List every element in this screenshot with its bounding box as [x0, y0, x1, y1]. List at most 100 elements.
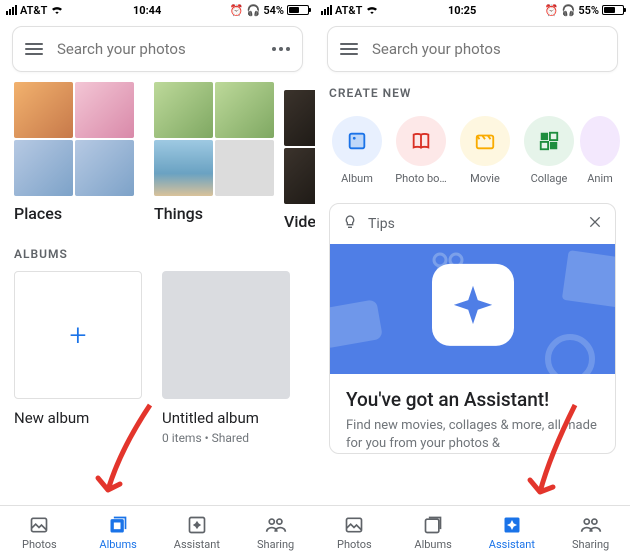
thumb	[215, 82, 274, 138]
plus-icon: +	[70, 318, 87, 353]
create-movie[interactable]: Movie	[457, 116, 513, 185]
nav-label: Sharing	[572, 538, 609, 551]
nav-photos[interactable]: Photos	[0, 506, 79, 559]
create-label: Album	[329, 172, 385, 185]
status-bar: AT&T 10:25 ⏰ 🎧 55%	[315, 0, 630, 20]
albums-screen: AT&T 10:44 ⏰ 🎧 54% Search your photos	[0, 0, 315, 559]
create-new-header: CREATE NEW	[315, 82, 630, 110]
albums-row: + New album Untitled album 0 items • Sha…	[0, 271, 315, 445]
nav-label: Photos	[22, 538, 57, 551]
assistant-icon	[501, 514, 523, 536]
search-placeholder: Search your photos	[372, 40, 605, 58]
battery-icon	[287, 5, 309, 15]
battery-pct: 54%	[263, 4, 284, 17]
thumb	[215, 140, 274, 196]
nav-assistant[interactable]: Assistant	[158, 506, 237, 559]
category-things[interactable]: Things	[154, 82, 274, 223]
nav-albums[interactable]: Albums	[79, 506, 158, 559]
tips-card: Tips You've got an Assistant! Find new m…	[329, 203, 616, 454]
category-label: Videos	[284, 212, 315, 231]
album-title: Untitled album	[162, 409, 290, 427]
album-card[interactable]: Untitled album 0 items • Shared	[162, 271, 290, 445]
category-label: Things	[154, 204, 274, 223]
create-label: Anim	[585, 172, 615, 185]
albums-icon	[422, 514, 444, 536]
category-row: Places Things	[0, 82, 315, 223]
albums-header: ALBUMS	[0, 223, 315, 271]
albums-icon	[107, 514, 129, 536]
bottom-nav: Photos Albums Assistant Sharing	[315, 505, 630, 559]
headphones-icon: 🎧	[562, 4, 576, 17]
create-animation[interactable]: Anim	[585, 116, 615, 185]
clock: 10:44	[64, 4, 230, 17]
photos-icon	[28, 514, 50, 536]
menu-icon[interactable]	[340, 43, 358, 55]
nav-label: Albums	[99, 538, 136, 551]
thumb	[284, 148, 315, 204]
thumb	[154, 140, 213, 196]
collage-icon	[524, 116, 574, 166]
more-icon[interactable]	[272, 47, 290, 51]
album-icon	[332, 116, 382, 166]
category-label: Places	[14, 204, 134, 223]
create-album[interactable]: Album	[329, 116, 385, 185]
thumb	[14, 140, 73, 196]
assistant-screen: AT&T 10:25 ⏰ 🎧 55% Search your photos CR…	[315, 0, 630, 559]
sparkle-icon	[432, 264, 514, 346]
create-label: Collage	[521, 172, 577, 185]
search-bar[interactable]: Search your photos	[12, 26, 303, 72]
search-placeholder: Search your photos	[57, 40, 258, 58]
sharing-icon	[265, 514, 287, 536]
nav-sharing[interactable]: Sharing	[551, 506, 630, 559]
nav-photos[interactable]: Photos	[315, 506, 394, 559]
album-title: New album	[14, 409, 142, 427]
thumb	[75, 140, 134, 196]
create-label: Movie	[457, 172, 513, 185]
nav-label: Sharing	[257, 538, 294, 551]
menu-icon[interactable]	[25, 43, 43, 55]
close-icon[interactable]	[587, 214, 603, 234]
nav-sharing[interactable]: Sharing	[236, 506, 315, 559]
anim-icon	[580, 116, 620, 166]
tips-body: Find new movies, collages & more, all ma…	[346, 417, 599, 453]
create-label: Photo bo…	[393, 172, 449, 185]
create-row: Album Photo bo… Movie Collage Anim	[315, 110, 630, 185]
tips-label: Tips	[368, 216, 577, 232]
nav-assistant[interactable]: Assistant	[473, 506, 552, 559]
album-subtitle: 0 items • Shared	[162, 431, 290, 445]
wifi-icon	[365, 4, 379, 17]
nav-label: Assistant	[174, 538, 220, 551]
movie-icon	[460, 116, 510, 166]
alarm-icon: ⏰	[230, 4, 244, 17]
signal-icon	[321, 5, 332, 15]
clock: 10:25	[379, 4, 545, 17]
assistant-icon	[186, 514, 208, 536]
thumb	[14, 82, 73, 138]
category-videos[interactable]: Videos	[284, 90, 315, 231]
lightbulb-icon	[342, 214, 358, 234]
thumb	[75, 82, 134, 138]
thumb	[154, 82, 213, 138]
nav-label: Albums	[414, 538, 451, 551]
book-icon	[396, 116, 446, 166]
create-collage[interactable]: Collage	[521, 116, 577, 185]
category-places[interactable]: Places	[14, 82, 134, 223]
alarm-icon: ⏰	[545, 4, 559, 17]
carrier-label: AT&T	[335, 4, 362, 17]
bottom-nav: Photos Albums Assistant Sharing	[0, 505, 315, 559]
battery-icon	[602, 5, 624, 15]
new-album-card[interactable]: + New album	[14, 271, 142, 445]
thumb	[284, 90, 315, 146]
nav-label: Photos	[337, 538, 372, 551]
wifi-icon	[50, 4, 64, 17]
tips-title: You've got an Assistant!	[346, 388, 599, 411]
status-bar: AT&T 10:44 ⏰ 🎧 54%	[0, 0, 315, 20]
create-photobook[interactable]: Photo bo…	[393, 116, 449, 185]
photos-icon	[343, 514, 365, 536]
carrier-label: AT&T	[20, 4, 47, 17]
headphones-icon: 🎧	[247, 4, 261, 17]
search-bar[interactable]: Search your photos	[327, 26, 618, 72]
battery-pct: 55%	[578, 4, 599, 17]
tips-illustration	[330, 244, 615, 374]
nav-albums[interactable]: Albums	[394, 506, 473, 559]
